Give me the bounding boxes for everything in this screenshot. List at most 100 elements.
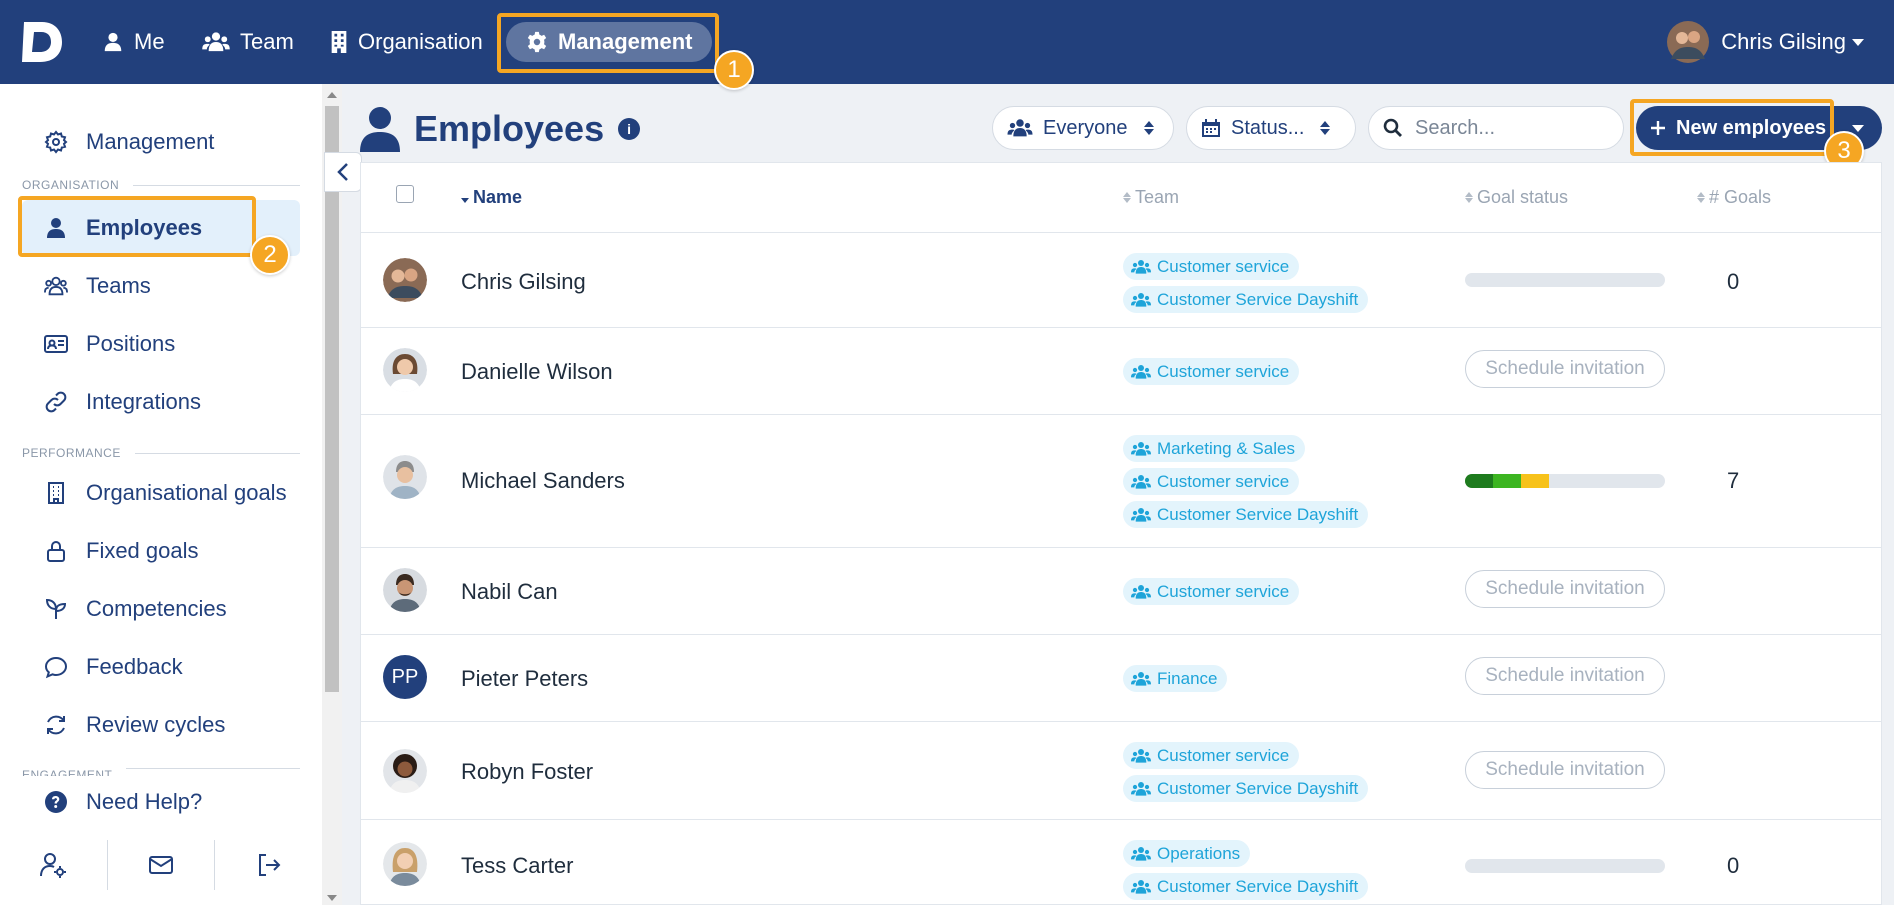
collapse-sidebar-button[interactable] <box>324 152 362 192</box>
table-row[interactable]: Danielle Wilson Customer service Schedul… <box>361 328 1881 415</box>
user-icon <box>104 32 122 52</box>
team-tag[interactable]: Customer Service Dayshift <box>1123 286 1369 313</box>
chevron-left-icon <box>337 163 348 181</box>
employee-name[interactable]: Pieter Peters <box>461 666 588 692</box>
team-tags: Customer service <box>1123 358 1300 385</box>
table-row[interactable]: Nabil Can Customer service Schedule invi… <box>361 548 1881 635</box>
nav-team[interactable]: Team <box>202 22 294 62</box>
user-name: Chris Gilsing <box>1721 29 1846 54</box>
sidebar-item-organisational-goals[interactable]: Organisational goals <box>22 465 300 521</box>
user-settings-button[interactable] <box>0 840 108 890</box>
users-icon <box>1131 474 1151 489</box>
sidebar-item-review-cycles[interactable]: Review cycles <box>22 697 300 753</box>
team-tag[interactable]: Marketing & Sales <box>1123 435 1305 462</box>
table-row[interactable]: PP Pieter Peters Finance Schedule invita… <box>361 635 1881 722</box>
schedule-invitation-button[interactable]: Schedule invitation <box>1465 751 1665 789</box>
team-tag[interactable]: Operations <box>1123 840 1251 867</box>
table-row[interactable]: Tess Carter Operations Customer Service … <box>361 820 1881 904</box>
table-row[interactable]: Michael Sanders Marketing & Sales Custom… <box>361 415 1881 548</box>
employee-name[interactable]: Robyn Foster <box>461 759 593 785</box>
sidebar-item-feedback[interactable]: Feedback <box>22 639 300 695</box>
team-tag[interactable]: Customer Service Dayshift <box>1123 873 1369 900</box>
logout-button[interactable] <box>215 840 322 890</box>
users-icon <box>1131 507 1151 522</box>
user-cog-icon <box>40 853 67 878</box>
team-tag[interactable]: Customer Service Dayshift <box>1123 501 1369 528</box>
schedule-invitation-button[interactable]: Schedule invitation <box>1465 570 1665 608</box>
select-all-checkbox[interactable] <box>396 185 414 203</box>
schedule-invitation-button[interactable]: Schedule invitation <box>1465 657 1665 695</box>
filter-everyone[interactable]: Everyone <box>992 106 1174 150</box>
team-tags: Operations Customer Service Dayshift <box>1123 840 1369 900</box>
sidebar-item-label: Fixed goals <box>86 538 199 563</box>
team-tag[interactable]: Finance <box>1123 665 1228 692</box>
nav-organisation[interactable]: Organisation <box>330 22 483 62</box>
users-icon <box>1131 364 1151 379</box>
gear-icon <box>44 130 68 154</box>
scroll-down-arrow-icon[interactable] <box>327 895 337 901</box>
sidebar-item-label: Management <box>86 129 215 154</box>
sidebar-item-fixed-goals[interactable]: Fixed goals <box>22 523 300 579</box>
section-label-performance: PERFORMANCE <box>22 446 300 460</box>
gear-icon <box>527 31 547 53</box>
app-logo[interactable] <box>20 18 64 66</box>
team-tag[interactable]: Customer service <box>1123 468 1300 495</box>
goals-count: 0 <box>1727 269 1740 294</box>
nav-team-label: Team <box>240 29 294 54</box>
sidebar-item-integrations[interactable]: Integrations <box>22 374 300 430</box>
team-tag[interactable]: Customer Service Dayshift <box>1123 775 1369 802</box>
filter-status[interactable]: Status... <box>1186 106 1356 150</box>
sidebar-item-competencies[interactable]: Competencies <box>22 581 300 637</box>
team-tag[interactable]: Customer service <box>1123 742 1300 769</box>
new-employees-label: New employees <box>1676 116 1827 139</box>
user-menu[interactable]: Chris Gilsing <box>1667 18 1864 66</box>
avatar <box>383 455 427 499</box>
employee-name[interactable]: Nabil Can <box>461 579 558 605</box>
team-tag[interactable]: Customer service <box>1123 358 1300 385</box>
envelope-icon <box>149 856 173 874</box>
schedule-invitation-button[interactable]: Schedule invitation <box>1465 350 1665 388</box>
sidebar-item-help[interactable]: Need Help? <box>22 774 300 830</box>
top-navbar: Me Team Organisation Management Chris Gi… <box>0 0 1894 84</box>
nav-me[interactable]: Me <box>102 22 165 62</box>
nav-management[interactable]: Management <box>506 22 713 62</box>
employee-name[interactable]: Chris Gilsing <box>461 269 586 295</box>
employee-name[interactable]: Michael Sanders <box>461 468 625 494</box>
messages-button[interactable] <box>108 840 216 890</box>
scroll-up-arrow-icon[interactable] <box>327 92 337 98</box>
chevron-down-icon <box>1852 38 1864 46</box>
employee-name[interactable]: Tess Carter <box>461 853 573 879</box>
team-tag[interactable]: Customer service <box>1123 253 1300 280</box>
sort-icon <box>1465 192 1473 203</box>
users-icon <box>1131 879 1151 894</box>
column-header-goals[interactable]: # Goals <box>1697 187 1771 208</box>
table-row[interactable]: Robyn Foster Customer service Customer S… <box>361 722 1881 820</box>
search-box[interactable] <box>1368 106 1624 150</box>
info-icon[interactable]: i <box>618 118 641 140</box>
sidebar-footer <box>0 825 322 905</box>
new-employees-button[interactable]: New employees <box>1636 106 1832 150</box>
goal-status-bar <box>1465 273 1665 287</box>
sidebar-item-management[interactable]: Management <box>22 114 300 170</box>
sidebar-item-label: Employees <box>86 215 203 240</box>
column-header-team[interactable]: Team <box>1123 187 1179 208</box>
section-label-organisation: ORGANISATION <box>22 178 300 192</box>
avatar <box>383 842 427 886</box>
team-tag[interactable]: Customer service <box>1123 578 1300 605</box>
id-card-icon <box>44 335 68 353</box>
users-icon <box>1131 292 1151 307</box>
search-input[interactable] <box>1415 116 1595 140</box>
scrollbar-thumb[interactable] <box>325 106 339 692</box>
user-icon <box>47 218 65 238</box>
goal-bar-segment <box>1521 474 1549 488</box>
employee-name[interactable]: Danielle Wilson <box>461 359 613 385</box>
column-header-name[interactable]: Name <box>461 187 522 208</box>
column-header-goal-status[interactable]: Goal status <box>1465 187 1568 208</box>
sidebar-scrollbar[interactable] <box>322 84 342 905</box>
users-icon <box>1007 119 1033 137</box>
sidebar-item-positions[interactable]: Positions <box>22 316 300 372</box>
users-icon <box>202 32 230 52</box>
sort-icon <box>1123 192 1131 203</box>
table-row[interactable]: Chris Gilsing Customer service Customer … <box>361 233 1881 328</box>
chevron-down-icon <box>1851 124 1864 132</box>
